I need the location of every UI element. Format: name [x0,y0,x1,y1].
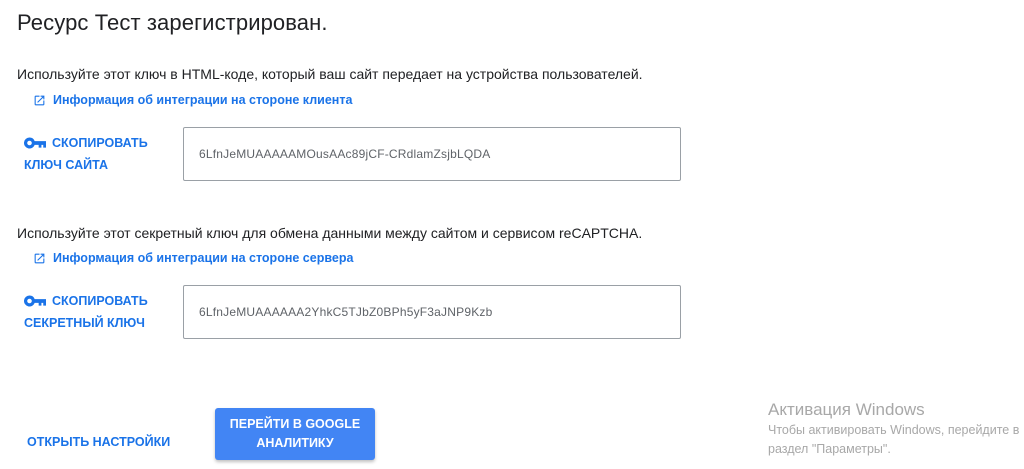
client-integration-link[interactable]: Информация об интеграции на стороне клие… [33,93,352,107]
key-icon [24,137,46,149]
copy-site-key-button[interactable]: СКОПИРОВАТЬ КЛЮЧ САЙТА [24,132,174,176]
key-icon [24,295,46,307]
copy-secret-key-label-2: СЕКРЕТНЫЙ КЛЮЧ [24,316,145,330]
copy-site-key-label-2: КЛЮЧ САЙТА [24,158,108,172]
go-to-analytics-button[interactable]: ПЕРЕЙТИ В GOOGLE АНАЛИТИКУ [215,408,375,460]
site-key-field[interactable]: 6LfnJeMUAAAAAMOusAAc89jCF-CRdlamZsjbLQDA [183,127,681,181]
open-in-new-icon [34,253,45,263]
secret-key-field[interactable]: 6LfnJeMUAAAAAA2YhkC5TJbZ0BPh5yF3aJNP9Kzb [183,285,681,339]
secret-key-description: Используйте этот секретный ключ для обме… [17,225,643,241]
copy-secret-key-button[interactable]: СКОПИРОВАТЬ СЕКРЕТНЫЙ КЛЮЧ [24,290,174,334]
copy-secret-key-label-1: СКОПИРОВАТЬ [52,294,148,308]
site-key-description: Используйте этот ключ в HTML-коде, котор… [17,66,643,82]
secret-key-value: 6LfnJeMUAAAAAA2YhkC5TJbZ0BPh5yF3aJNP9Kzb [199,305,493,319]
copy-site-key-label-1: СКОПИРОВАТЬ [52,136,148,150]
server-integration-link-label: Информация об интеграции на стороне серв… [53,251,354,265]
open-settings-link[interactable]: ОТКРЫТЬ НАСТРОЙКИ [27,435,170,449]
watermark-line-1: Чтобы активировать Windows, перейдите в [768,423,1020,437]
open-in-new-icon [34,95,45,105]
client-integration-link-label: Информация об интеграции на стороне клие… [53,93,353,107]
watermark-title: Активация Windows [768,400,925,419]
site-key-value: 6LfnJeMUAAAAAMOusAAc89jCF-CRdlamZsjbLQDA [199,147,491,161]
server-integration-link[interactable]: Информация об интеграции на стороне серв… [33,251,353,265]
recaptcha-registration-page: Ресурс Тест зарегистрирован. Используйте… [0,0,1024,469]
watermark-line-2: раздел "Параметры". [768,442,891,456]
windows-activation-watermark: Активация Windows Чтобы активировать Win… [768,399,1024,459]
go-to-analytics-label: ПЕРЕЙТИ В GOOGLE АНАЛИТИКУ [229,417,361,450]
page-title: Ресурс Тест зарегистрирован. [17,10,328,35]
